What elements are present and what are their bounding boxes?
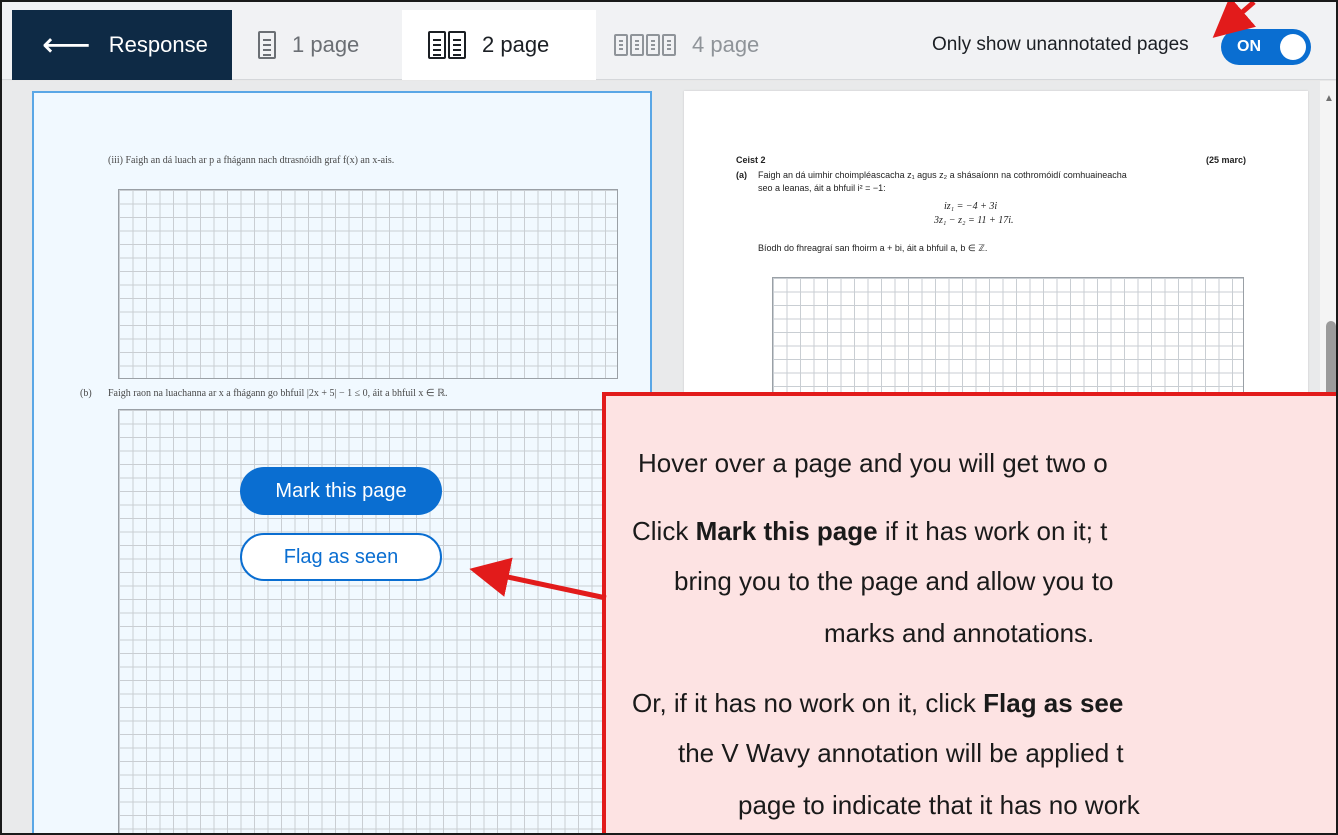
answer-grid (118, 189, 618, 379)
equation-2: 3z₁ − z₂ = 11 + 17i. (934, 215, 1014, 226)
scroll-up-arrow-icon[interactable]: ▲ (1324, 93, 1334, 104)
toolbar: ⟵ Response 1 page 2 page 4 page Only sho… (2, 2, 1336, 80)
tab-4-page-label: 4 page (692, 32, 760, 57)
back-to-response-button[interactable]: ⟵ Response (12, 10, 232, 80)
two-page-icon (428, 31, 468, 59)
toggle-knob (1280, 34, 1306, 60)
part-a-text-line1: Faigh an dá uimhir choimpléascacha z₁ ag… (758, 170, 1127, 180)
part-a-number: (a) (736, 170, 747, 180)
toggle-state-text: ON (1237, 38, 1261, 55)
tab-2-page-label: 2 page (482, 32, 550, 57)
callout-line-1: Hover over a page and you will get two o (638, 448, 1108, 478)
arrow-left-icon: ⟵ (42, 25, 91, 65)
callout-line-2: Click Mark this page if it has work on i… (632, 516, 1108, 546)
callout-line-5: Or, if it has no work on it, click Flag … (632, 688, 1124, 718)
tab-2-page[interactable]: 2 page (402, 10, 596, 80)
unannotated-toggle-label: Only show unannotated pages (932, 34, 1189, 55)
callout-line-4: marks and annotations. (824, 618, 1095, 648)
question-iii-text: (iii) Faigh an dá luach ar p a fhágann n… (108, 155, 395, 166)
flag-as-seen-button[interactable]: Flag as seen (240, 533, 442, 581)
callout-line-7: page to indicate that it has no work (738, 790, 1140, 820)
four-page-icon (614, 34, 678, 56)
answer-form-instruction: Bíodh do fhreagraí san fhoirm a + bi, ái… (758, 243, 988, 253)
callout-line-6: the V Wavy annotation will be applied t (678, 738, 1124, 768)
back-button-label: Response (108, 32, 208, 57)
question-b-text: Faigh raon na luachanna ar x a fhágann g… (108, 388, 448, 399)
callout-line-3: bring you to the page and allow you to (674, 566, 1114, 596)
question-b-number: (b) (80, 388, 92, 399)
callout-mark-this-page-bold: Mark this page (695, 516, 878, 546)
callout-flag-as-seen-bold: Flag as see (983, 688, 1124, 718)
tab-1-page[interactable]: 1 page (258, 10, 359, 80)
equation-1: iz₁ = −4 + 3i (944, 201, 998, 212)
app-window: ⟵ Response 1 page 2 page 4 page Only sho… (0, 0, 1338, 835)
part-a-text-line2: seo a leanas, áit a bhfuil i² = −1: (758, 183, 886, 193)
tab-1-page-label: 1 page (292, 32, 360, 57)
response-page-left[interactable]: (iii) Faigh an dá luach ar p a fhágann n… (32, 91, 652, 833)
question-heading: Ceist 2 (736, 155, 766, 165)
tab-4-page[interactable]: 4 page (614, 10, 759, 80)
single-page-icon (258, 31, 278, 59)
mark-this-page-button[interactable]: Mark this page (240, 467, 442, 515)
instruction-callout: Hover over a page and you will get two o… (602, 392, 1336, 833)
question-marks: (25 marc) (1206, 155, 1247, 165)
unannotated-pages-toggle[interactable]: ON (1221, 29, 1311, 65)
